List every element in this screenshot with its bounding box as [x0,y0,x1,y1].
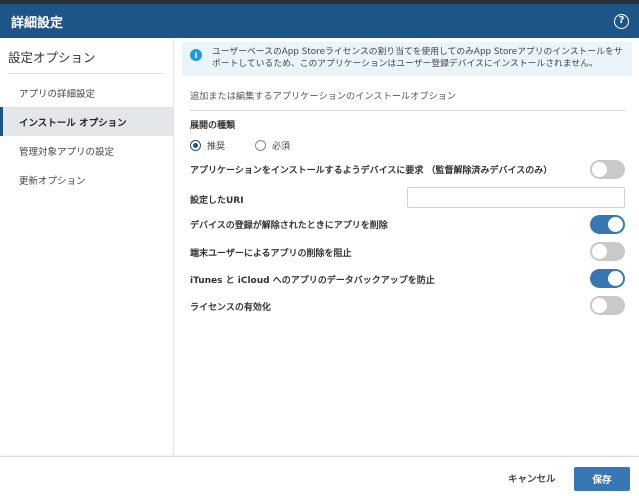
info-banner: i ユーザーベースのApp Storeライセンスの割り当てを使用してのみApp … [182,42,632,76]
radio-recommended-label[interactable]: 推奨 [207,139,225,152]
enable-license-label: ライセンスの有効化 [190,303,271,313]
radio-required[interactable] [255,140,267,151]
panel-subtitle: 追加または編集するアプリケーションのインストールオプション [190,88,625,111]
help-icon[interactable]: ? [614,13,629,29]
prevent-user-removal-toggle[interactable] [590,242,625,261]
radio-required-label[interactable]: 必須 [272,139,290,152]
sidebar-item-app-details[interactable]: アプリの詳細設定 [0,78,173,107]
save-button[interactable]: 保存 [574,467,630,491]
dialog-footer: キャンセル 保存 [0,456,639,496]
remove-on-unenroll-label: デバイスの登録が解除されたときにアプリを削除 [190,221,388,231]
prevent-user-removal-label: 端末ユーザーによるアプリの削除を阻止 [190,249,352,259]
dialog-title: 詳細設定 [11,15,64,31]
sidebar-item-install-options[interactable]: インストール オプション [0,107,173,136]
remove-on-unenroll-toggle[interactable] [590,215,625,234]
request-install-label: アプリケーションをインストールするようデバイスに要求 （監督解除済みデバイスのみ… [190,166,553,176]
settings-sidebar: 設定オプション アプリの詳細設定 インストール オプション 管理対象アプリの設定… [0,38,174,456]
info-icon: i [190,49,202,61]
uri-label: 設定したURI [190,196,244,206]
deploy-type-radio-group: 推奨 必須 [190,139,290,152]
sidebar-item-update-options[interactable]: 更新オプション [0,165,173,194]
dialog-titlebar: 詳細設定 ? [0,4,639,38]
sidebar-header: 設定オプション [8,38,165,74]
advanced-settings-dialog: 詳細設定 ? 設定オプション アプリの詳細設定 インストール オプション 管理対… [0,4,639,496]
radio-recommended[interactable] [190,140,201,151]
prevent-backup-toggle[interactable] [590,269,625,288]
info-banner-text: ユーザーベースのApp Storeライセンスの割り当てを使用してのみApp St… [212,47,623,69]
install-options-panel: i ユーザーベースのApp Storeライセンスの割り当てを使用してのみApp … [174,38,639,456]
request-install-toggle[interactable] [590,160,625,179]
deploy-type-label: 展開の種類 [190,121,236,131]
uri-input[interactable] [407,187,625,208]
sidebar-item-managed-app-config[interactable]: 管理対象アプリの設定 [0,136,173,165]
cancel-button[interactable]: キャンセル [500,468,564,488]
prevent-backup-label: iTunes と iCloud へのアプリのデータバックアップを防止 [190,276,435,286]
enable-license-toggle[interactable] [590,296,625,315]
